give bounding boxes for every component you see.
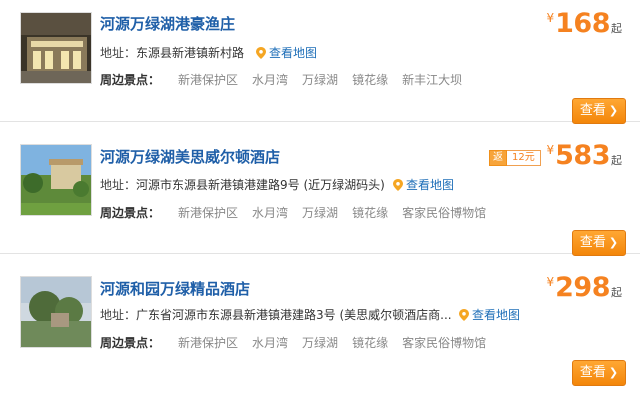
chevron-right-icon: ❯ [608,104,619,117]
cashback-label: 返 [489,150,507,166]
view-map-label: 查看地图 [472,308,521,322]
attraction-link[interactable]: 镜花缘 [352,206,388,220]
address-label: 地址： [100,178,137,192]
view-map-link[interactable]: 查看地图 [459,306,520,323]
address-text: 河源市东源县新港镇港建路9号 (近万绿湖码头) [136,178,385,192]
view-map-link[interactable]: 查看地图 [393,176,454,193]
price-value: 583 [555,140,610,171]
nearby-label: 周边景点： [100,73,161,87]
attraction-link[interactable]: 新港保护区 [178,73,238,87]
attraction-link[interactable]: 万绿湖 [302,336,338,350]
view-button[interactable]: 查看 ❯ [572,230,626,256]
attraction-link[interactable]: 镜花缘 [352,336,388,350]
hotel-card: 河源万绿湖港豪渔庄 地址：东源县新港镇新村路 查看地图 周边景点： 新港保护区 水月… [0,0,640,124]
nearby-label: 周边景点： [100,206,161,220]
attraction-link[interactable]: 万绿湖 [302,206,338,220]
nearby-attractions: 周边景点： 新港保护区 水月湾 万绿湖 镜花缘 客家民俗博物馆 [100,334,500,351]
hotel-name[interactable]: 河源和园万绿精品酒店 [100,278,250,299]
nearby-attractions: 周边景点： 新港保护区 水月湾 万绿湖 镜花缘 客家民俗博物馆 [100,204,500,221]
hotel-photo[interactable] [20,144,92,216]
view-map-label: 查看地图 [269,46,318,60]
price: ¥298起 [546,272,622,303]
map-pin-icon [459,309,469,321]
hotel-card: 河源和园万绿精品酒店 地址：广东省河源市东源县新港镇港建路3号 (美思威尔顿酒店… [0,264,640,386]
map-pin-icon [393,179,403,191]
price-suffix: 起 [611,154,622,167]
attraction-link[interactable]: 水月湾 [252,73,288,87]
hotel-photo[interactable] [20,276,92,348]
chevron-right-icon: ❯ [608,236,619,249]
attraction-link[interactable]: 镜花缘 [352,73,388,87]
currency-symbol: ¥ [546,275,555,289]
attraction-link[interactable]: 客家民俗博物馆 [402,336,486,350]
cashback-value: 12元 [507,150,541,166]
view-button[interactable]: 查看 ❯ [572,98,626,124]
attraction-link[interactable]: 万绿湖 [302,73,338,87]
chevron-right-icon: ❯ [608,366,619,379]
currency-symbol: ¥ [546,11,555,25]
price-value: 298 [555,272,610,303]
address-label: 地址： [100,46,137,60]
price-value: 168 [555,8,610,39]
attraction-link[interactable]: 新丰江大坝 [402,73,462,87]
map-pin-icon [256,47,266,59]
view-button-label: 查看 [579,235,606,250]
hotel-name[interactable]: 河源万绿湖美思威尔顿酒店 [100,146,280,167]
price-suffix: 起 [611,286,622,299]
hotel-address: 地址：东源县新港镇新村路 [100,44,244,61]
attraction-link[interactable]: 水月湾 [252,206,288,220]
address-text: 广东省河源市东源县新港镇港建路3号 (美思威尔顿酒店商... [136,308,452,322]
attraction-link[interactable]: 客家民俗博物馆 [402,206,486,220]
view-button-label: 查看 [579,365,606,380]
nearby-label: 周边景点： [100,336,161,350]
view-button-label: 查看 [579,103,606,118]
price: ¥168起 [546,8,622,39]
hotel-name[interactable]: 河源万绿湖港豪渔庄 [100,13,235,34]
address-label: 地址： [100,308,137,322]
view-button[interactable]: 查看 ❯ [572,360,626,386]
nearby-attractions: 周边景点： 新港保护区 水月湾 万绿湖 镜花缘 新丰江大坝 [100,71,476,88]
hotel-address: 地址：广东省河源市东源县新港镇港建路3号 (美思威尔顿酒店商... [100,306,452,323]
hotel-address: 地址：河源市东源县新港镇港建路9号 (近万绿湖码头) [100,176,385,193]
hotel-photo[interactable] [20,12,92,84]
view-map-label: 查看地图 [406,178,455,192]
attraction-link[interactable]: 新港保护区 [178,336,238,350]
hotel-card: 河源万绿湖美思威尔顿酒店 地址：河源市东源县新港镇港建路9号 (近万绿湖码头) … [0,132,640,256]
attraction-link[interactable]: 新港保护区 [178,206,238,220]
price: ¥583起 [546,140,622,171]
address-text: 东源县新港镇新村路 [136,46,245,60]
attraction-link[interactable]: 水月湾 [252,336,288,350]
cashback-badge: 返 12元 [489,150,541,166]
currency-symbol: ¥ [546,143,555,157]
price-suffix: 起 [611,22,622,35]
view-map-link[interactable]: 查看地图 [256,44,317,61]
